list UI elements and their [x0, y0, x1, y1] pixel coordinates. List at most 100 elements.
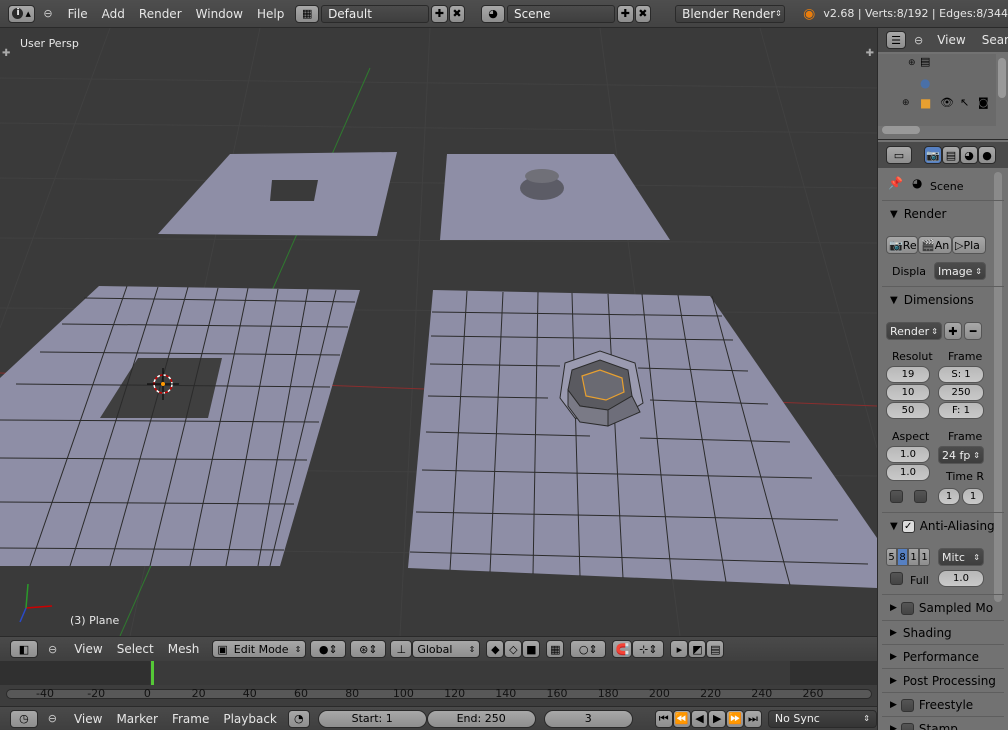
full-sample-checkbox[interactable] — [890, 572, 903, 585]
border-checkbox[interactable] — [890, 490, 903, 503]
freestyle-panel-header[interactable]: ▶ Freestyle — [882, 695, 973, 715]
collapse-icon[interactable]: ⊖ — [914, 34, 923, 47]
render-still-button[interactable]: 📷 Re — [886, 236, 918, 254]
mode-select[interactable]: ▣ Edit Mode ⇕ — [212, 640, 307, 658]
expand-icon[interactable]: ⊕ — [908, 58, 916, 68]
menu-playback[interactable]: Playback — [216, 712, 284, 726]
play-rendered-button[interactable]: ▷ Pla — [952, 236, 986, 254]
add-preset-icon[interactable]: ✚ — [944, 322, 962, 340]
menu-view[interactable]: View — [67, 712, 109, 726]
jump-keyframe-forward-icon[interactable]: ⏩ — [726, 709, 745, 728]
outliner-search-field[interactable]: Sear — [982, 33, 1008, 47]
viewport-editor-type-button[interactable]: ◧ — [10, 640, 38, 658]
menu-marker[interactable]: Marker — [109, 712, 164, 726]
add-scene-icon[interactable]: ✚ — [617, 4, 634, 23]
aspect-y-field[interactable]: 1.0 — [886, 464, 930, 481]
sampled-motion-blur-panel-header[interactable]: ▶ Sampled Mo — [882, 598, 993, 618]
start-frame-field[interactable]: Start: 1 — [317, 709, 427, 728]
render-still-icon[interactable]: ◩ — [688, 640, 707, 658]
performance-panel-header[interactable]: ▶ Performance — [882, 647, 979, 667]
play-icon[interactable]: ▶ — [708, 709, 727, 728]
time-new-field[interactable]: 1 — [962, 488, 984, 505]
freestyle-checkbox[interactable] — [900, 698, 914, 712]
menu-render[interactable]: Render — [132, 7, 189, 21]
playhead[interactable] — [151, 661, 155, 685]
edge-select-icon[interactable]: ◇ — [504, 640, 523, 658]
viewport-corner-plus-icon-right[interactable]: ✚ — [866, 48, 874, 59]
menu-help[interactable]: Help — [250, 7, 291, 21]
collapse-icon[interactable]: ⊖ — [48, 712, 57, 725]
resolution-percent-field[interactable]: 50 — [886, 402, 930, 419]
grid-mesh-right[interactable] — [408, 290, 877, 588]
remove-preset-icon[interactable]: ━ — [964, 322, 982, 340]
display-mode-select[interactable]: Image ⇕ — [934, 262, 986, 280]
3d-viewport[interactable]: User Persp (3) Plane ✚ ✚ — [0, 28, 877, 636]
manipulator-icon[interactable]: ⊥ — [390, 640, 413, 658]
menu-mesh[interactable]: Mesh — [161, 642, 207, 656]
outliner-vscrollbar[interactable] — [998, 58, 1006, 98]
resolution-x-field[interactable]: 19 — [886, 366, 930, 383]
aa-samples-5[interactable]: 5 — [886, 548, 897, 566]
render-tab-icon[interactable]: 📷 — [924, 146, 942, 164]
outliner-hscrollbar[interactable] — [882, 126, 920, 134]
play-reverse-icon[interactable]: ◀ — [690, 709, 709, 728]
remove-layout-icon[interactable]: ✖ — [448, 4, 466, 23]
proportional-edit-select[interactable]: ○⇕ — [570, 640, 607, 658]
orientation-select[interactable]: Global ⇕ — [412, 640, 481, 658]
outliner-view-menu[interactable]: View — [937, 33, 965, 47]
scene-icon[interactable]: ◕ — [481, 4, 505, 23]
post-processing-panel-header[interactable]: ▶ Post Processing — [882, 671, 996, 691]
layout-name-field[interactable]: Default — [321, 4, 430, 23]
current-frame-field[interactable]: 3 — [543, 709, 633, 728]
render-anim-icon[interactable]: ▤ — [706, 640, 725, 658]
occlude-icon[interactable]: ▦ — [546, 640, 565, 658]
stamp-panel-header[interactable]: ▶ Stamp — [882, 719, 958, 730]
stamp-checkbox[interactable] — [900, 722, 914, 730]
shading-select[interactable]: ●⇕ — [310, 640, 347, 658]
aa-samples-8[interactable]: 8 — [897, 548, 908, 566]
frame-end-field[interactable]: 250 — [938, 384, 984, 401]
jump-start-icon[interactable]: ⏮ — [654, 709, 673, 728]
world-tab-icon[interactable]: ● — [978, 146, 996, 164]
timeline-track[interactable] — [0, 661, 877, 685]
aa-samples-16[interactable]: 1 — [919, 548, 930, 566]
timeline-area[interactable]: -40 -20 0 20 40 60 80 100 120 140 160 180 200 220 240 2… — [0, 661, 877, 706]
screen-layout-icon[interactable]: ▦ — [295, 4, 320, 23]
outliner-editor-type-button[interactable]: ☰ — [886, 31, 906, 49]
opengl-render-icon[interactable]: ▸ — [670, 640, 689, 658]
menu-file[interactable]: File — [61, 7, 95, 21]
time-old-field[interactable]: 1 — [938, 488, 960, 505]
preview-range-icon[interactable]: ◔ — [287, 709, 310, 728]
render-animation-button[interactable]: 🎬 An — [918, 236, 952, 254]
end-frame-field[interactable]: End: 250 — [426, 709, 536, 728]
outliner-tree[interactable]: ⊕ ▤ ● ⊕ ■ 👁 ↖ ◙ — [878, 54, 996, 126]
shading-panel-header[interactable]: ▶ Shading — [882, 623, 952, 643]
face-select-icon[interactable]: ■ — [522, 640, 541, 658]
visibility-eye-icon[interactable]: 👁 — [940, 96, 954, 109]
properties-scrollbar[interactable] — [994, 172, 1002, 602]
motion-blur-checkbox[interactable] — [900, 601, 914, 615]
collapse-icon[interactable]: ⊖ — [43, 7, 52, 20]
editor-type-button[interactable]: i ▲ — [8, 4, 36, 23]
outliner[interactable]: ☰ ⊖ View Sear ⊕ ▤ ● ⊕ ■ 👁 ↖ ◙ — [878, 28, 1008, 140]
snap-element-select[interactable]: ⊹⇕ — [632, 640, 665, 658]
frame-start-field[interactable]: S: 1 — [938, 366, 984, 383]
pin-icon[interactable]: 📌 — [888, 176, 903, 190]
properties-editor-type-button[interactable]: ▭ — [886, 146, 912, 164]
menu-view[interactable]: View — [67, 642, 109, 656]
jump-keyframe-back-icon[interactable]: ⏪ — [672, 709, 691, 728]
aa-filter-select[interactable]: Mitc ⇕ — [938, 548, 984, 566]
add-layout-icon[interactable]: ✚ — [431, 4, 448, 23]
menu-frame[interactable]: Frame — [165, 712, 216, 726]
timeline-editor-type-button[interactable]: ◷ — [10, 709, 38, 728]
viewport-scene[interactable] — [0, 28, 877, 636]
menu-add[interactable]: Add — [95, 7, 132, 21]
render-preset-select[interactable]: Render ⇕ — [886, 322, 942, 340]
filter-size-field[interactable]: 1.0 — [938, 570, 984, 587]
timeline-scrollbar[interactable] — [6, 689, 872, 699]
menu-window[interactable]: Window — [189, 7, 250, 21]
framerate-select[interactable]: 24 fp ⇕ — [938, 446, 984, 464]
remove-scene-icon[interactable]: ✖ — [634, 4, 652, 23]
scene-name-field[interactable]: Scene — [506, 4, 616, 23]
selectable-cursor-icon[interactable]: ↖ — [960, 96, 969, 109]
